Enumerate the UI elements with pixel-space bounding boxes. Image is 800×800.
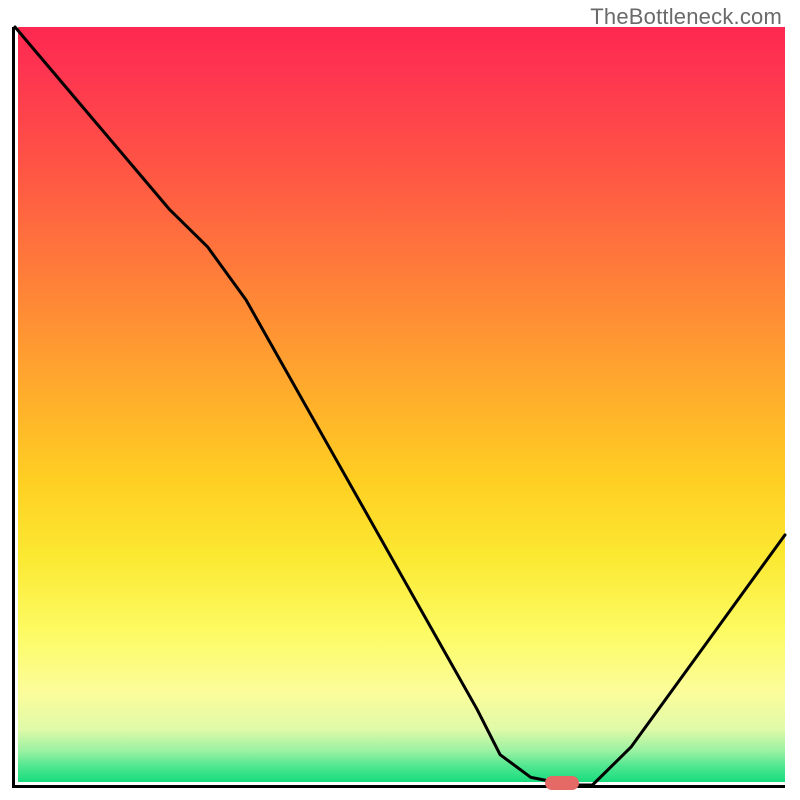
bottleneck-curve-path <box>15 27 785 785</box>
chart-area <box>12 27 785 788</box>
chart-svg <box>15 27 785 785</box>
optimal-marker <box>545 776 579 790</box>
